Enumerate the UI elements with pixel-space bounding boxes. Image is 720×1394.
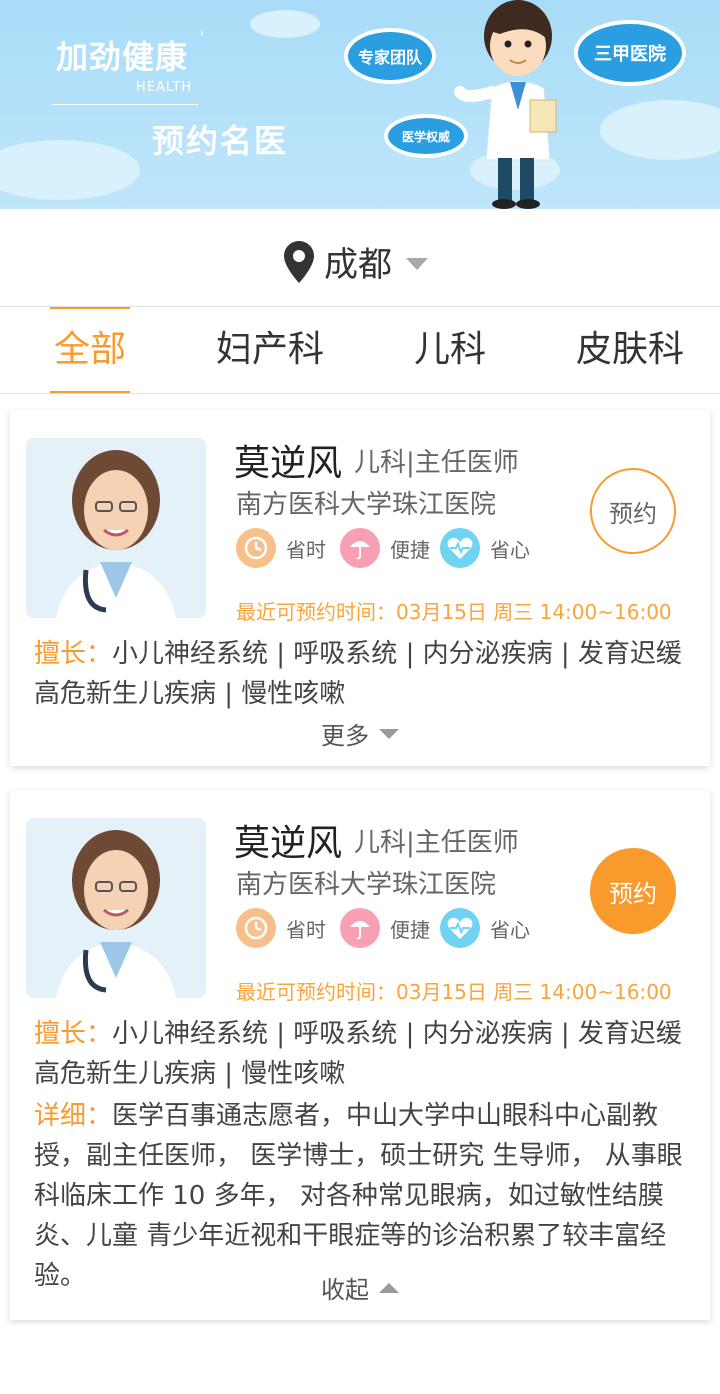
appointment-time: 最近可预约时间：03月15日 周三 14:00~16:00 (236, 600, 672, 624)
tab-obstetrics[interactable]: 妇产科 (180, 307, 360, 393)
specialty-text: 小儿神经系统 | 呼吸系统 | 内分泌疾病 | 发育迟缓 高危新生儿疾病 | 慢… (34, 639, 682, 709)
detail-text: 医学百事通志愿者，中山大学中山眼科中心副教授，副主任医师， 医学博士，硕士研究 … (34, 1101, 683, 1291)
feature-label: 省时 (286, 537, 326, 562)
heartbeat-icon (440, 908, 480, 948)
book-button[interactable]: 预约 (590, 468, 676, 554)
city-selector-bar: 成都 (0, 209, 720, 307)
doctor-name: 莫逆风 (234, 443, 343, 484)
feature-time-saving: 省时 (236, 908, 326, 948)
appointment-time: 最近可预约时间：03月15日 周三 14:00~16:00 (236, 980, 672, 1004)
feature-worry-free: 省心 (440, 528, 530, 568)
tab-dermatology[interactable]: 皮肤科 (540, 307, 720, 393)
location-pin-icon (284, 240, 314, 283)
doctor-avatar (26, 818, 206, 998)
feature-time-saving: 省时 (236, 528, 326, 568)
specialty-label: 擅长： (34, 1019, 113, 1049)
chevron-down-icon (406, 257, 428, 270)
brand-title: 加劲健康 (56, 38, 189, 76)
specialty: 擅长：小儿神经系统 | 呼吸系统 | 内分泌疾病 | 发育迟缓 高危新生儿疾病 … (34, 1014, 694, 1094)
doctor-avatar (26, 438, 206, 618)
brand-divider (52, 104, 198, 105)
tab-all[interactable]: 全部 (0, 307, 180, 393)
specialty-text: 小儿神经系统 | 呼吸系统 | 内分泌疾病 | 发育迟缓 高危新生儿疾病 | 慢… (34, 1019, 682, 1089)
doctor-name: 莫逆风 (234, 823, 343, 864)
feature-label: 省时 (286, 917, 326, 942)
brand-subtitle: HEALTH (136, 80, 193, 95)
feature-convenient: 便捷 (340, 528, 430, 568)
doctor-mascot-illustration (454, 0, 557, 209)
feature-label: 便捷 (390, 917, 430, 942)
collapse-label: 收起 (321, 1276, 369, 1304)
banner-slogan: 预约名医 (152, 122, 289, 160)
umbrella-icon (340, 908, 380, 948)
detail-label: 详细： (34, 1101, 113, 1131)
chevron-up-icon (379, 1282, 399, 1293)
chevron-down-icon (379, 728, 399, 739)
feature-label: 省心 (490, 917, 530, 942)
specialty: 擅长：小儿神经系统 | 呼吸系统 | 内分泌疾病 | 发育迟缓 高危新生儿疾病 … (34, 634, 694, 714)
doctor-card[interactable]: 莫逆风 儿科|主任医师 南方医科大学珠江医院 省时 便捷 省心 最近可预约时间：… (10, 410, 710, 766)
umbrella-icon (340, 528, 380, 568)
heartbeat-icon (440, 528, 480, 568)
expand-more-button[interactable]: 更多 (10, 716, 710, 751)
clock-icon (236, 528, 276, 568)
doctor-hospital: 南方医科大学珠江医院 (236, 870, 497, 900)
city-name: 成都 (324, 245, 392, 285)
header-banner: 加劲健康 ' HEALTH 预约名医 专家团队 医学权威 三甲医院 (0, 0, 720, 209)
feature-convenient: 便捷 (340, 908, 430, 948)
doctor-card[interactable]: 莫逆风 儿科|主任医师 南方医科大学珠江医院 省时 便捷 省心 最近可预约时间：… (10, 790, 710, 1320)
city-selector[interactable]: 成都 (284, 237, 428, 286)
clock-icon (236, 908, 276, 948)
department-tabs: 全部 妇产科 儿科 皮肤科 (0, 307, 720, 394)
book-button[interactable]: 预约 (590, 848, 676, 934)
brand-mark: ' (200, 30, 204, 46)
tab-pediatrics[interactable]: 儿科 (360, 307, 540, 393)
collapse-button[interactable]: 收起 (10, 1270, 710, 1305)
doctor-hospital: 南方医科大学珠江医院 (236, 490, 497, 520)
feature-worry-free: 省心 (440, 908, 530, 948)
specialty-label: 擅长： (34, 639, 113, 669)
doctor-title: 儿科|主任医师 (354, 828, 519, 858)
expand-label: 更多 (321, 722, 369, 750)
feature-label: 省心 (490, 537, 530, 562)
feature-label: 便捷 (390, 537, 430, 562)
doctor-title: 儿科|主任医师 (354, 448, 519, 478)
bubble-expert-team: 专家团队 (344, 28, 436, 84)
detail: 详细：医学百事通志愿者，中山大学中山眼科中心副教授，副主任医师， 医学博士，硕士… (34, 1096, 702, 1296)
bubble-top-hospital: 三甲医院 (574, 20, 686, 86)
